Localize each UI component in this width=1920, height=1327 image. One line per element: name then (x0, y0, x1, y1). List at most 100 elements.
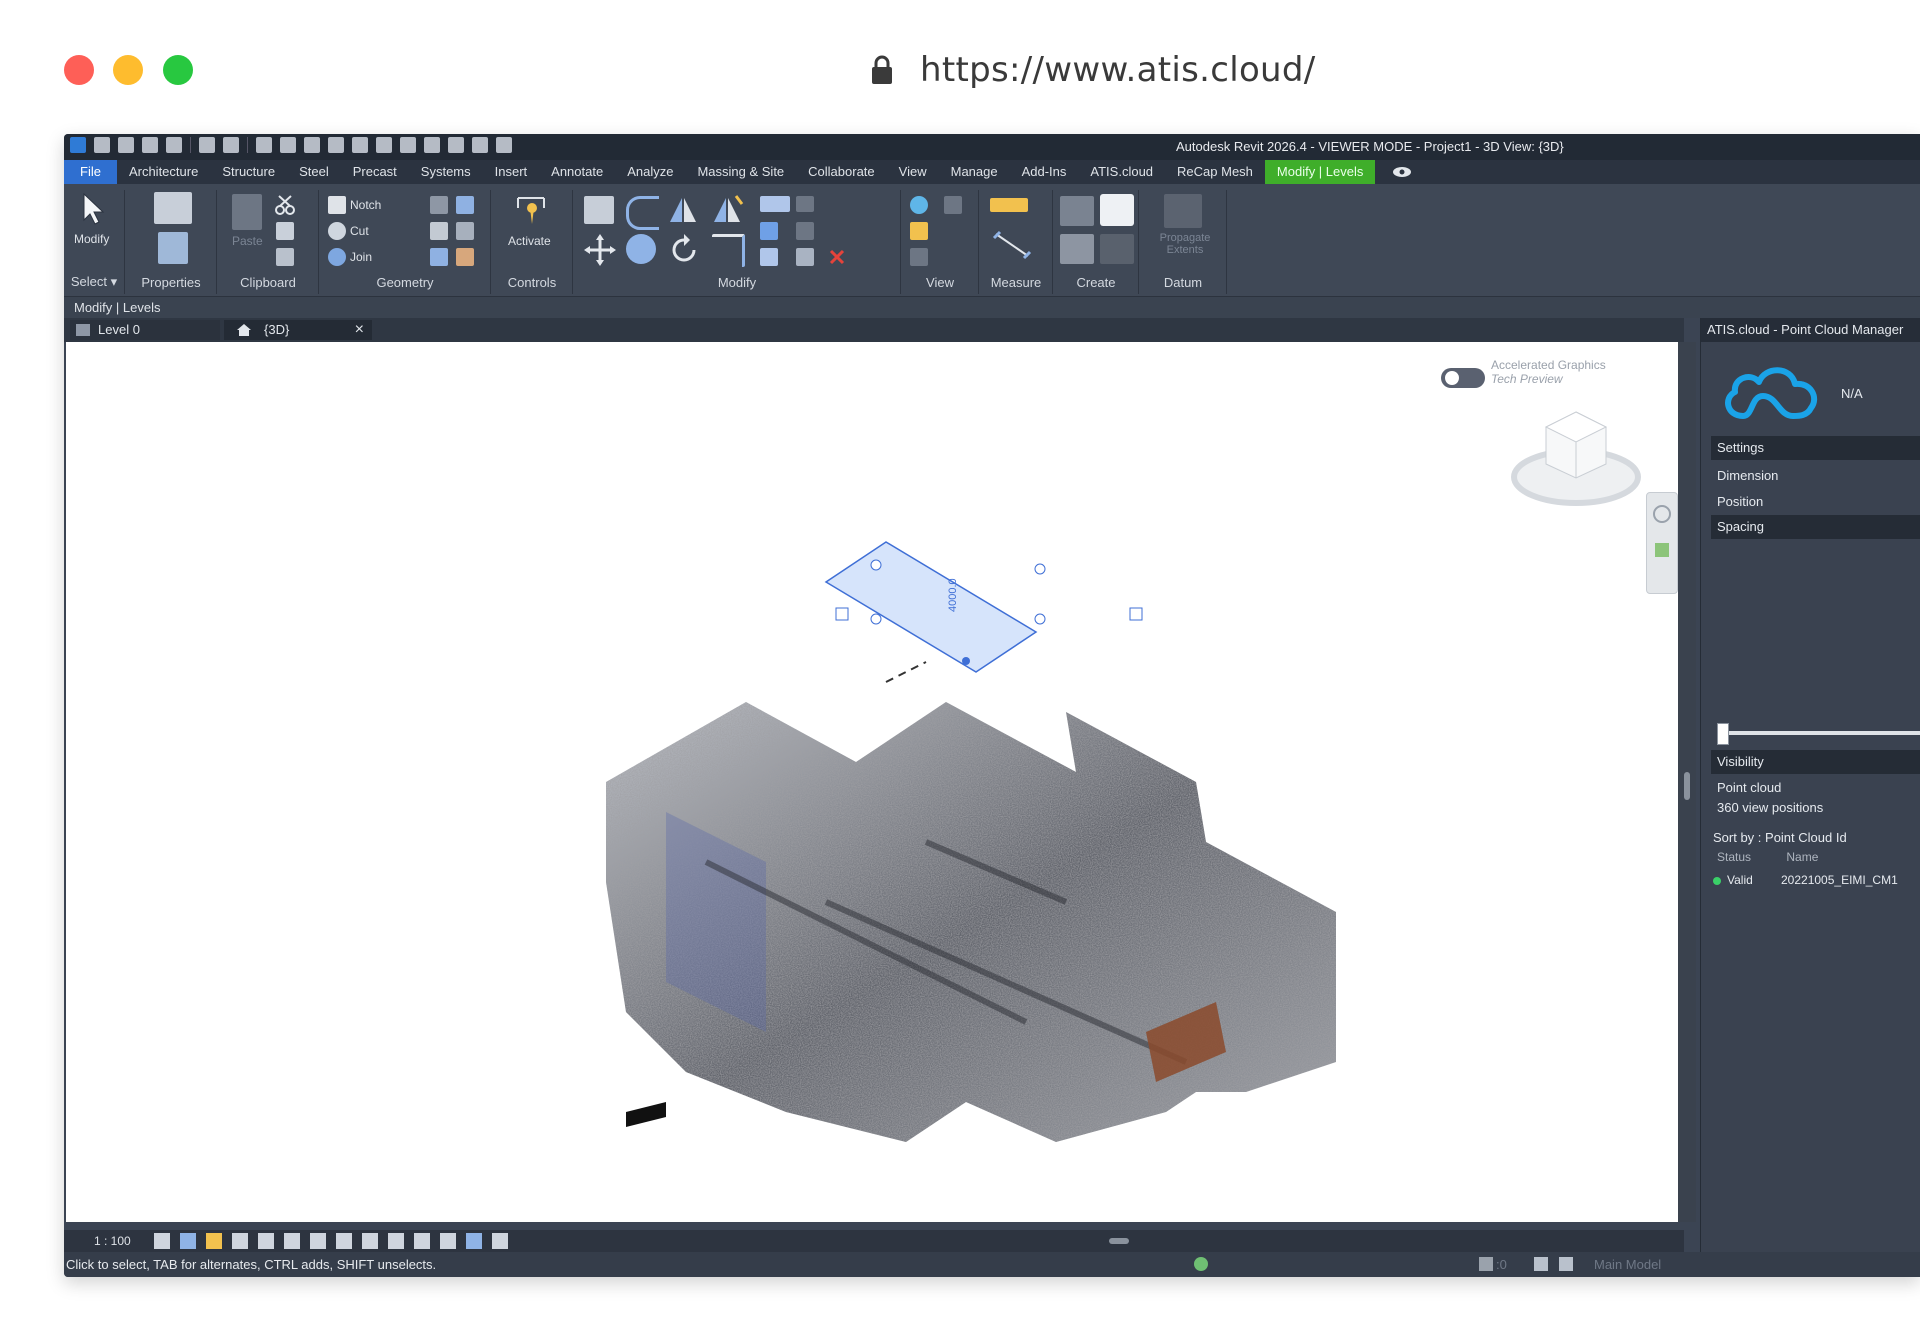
position-row[interactable]: Position (1717, 494, 1763, 509)
horizontal-scrollbar-thumb[interactable] (1109, 1238, 1129, 1244)
tab-massing-site[interactable]: Massing & Site (685, 160, 796, 184)
redo-icon[interactable] (223, 137, 239, 153)
sun-path-icon[interactable] (206, 1233, 222, 1249)
mirror-draw-axis-icon[interactable] (710, 194, 744, 226)
detail-level-icon[interactable] (154, 1233, 170, 1249)
constraints-icon[interactable] (440, 1233, 456, 1249)
undo-icon[interactable] (199, 137, 215, 153)
notch-icon[interactable] (328, 196, 346, 214)
level-plane[interactable]: 4000.0 (824, 541, 1143, 673)
measure-icon[interactable] (304, 137, 320, 153)
unpin-icon[interactable] (796, 248, 814, 266)
properties-icon[interactable] (158, 232, 188, 264)
spacing-slider[interactable] (1717, 723, 1920, 745)
tab-annotate[interactable]: Annotate (539, 160, 615, 184)
tag-icon[interactable] (352, 137, 368, 153)
cut-scissors-icon[interactable] (274, 194, 296, 216)
split-face-icon[interactable] (456, 196, 474, 214)
switch-windows-icon[interactable] (496, 137, 512, 153)
join-icon[interactable] (328, 248, 346, 266)
lock-view-icon[interactable] (336, 1233, 352, 1249)
aligned-dimension-icon[interactable] (992, 230, 1032, 260)
editable-only-icon[interactable] (1559, 1257, 1573, 1271)
propagate-extents-icon[interactable] (1164, 194, 1202, 228)
cut-geometry-icon[interactable] (328, 222, 346, 240)
move-icon[interactable] (584, 234, 616, 266)
split-gap-icon[interactable] (796, 196, 814, 212)
window-close-button[interactable] (64, 55, 94, 85)
create-parts-icon[interactable] (1100, 194, 1134, 226)
beam-joins-icon[interactable] (430, 222, 448, 240)
copy-element-icon[interactable] (626, 234, 656, 264)
dimension-row[interactable]: Dimension (1717, 468, 1778, 483)
offset-icon[interactable] (626, 196, 659, 230)
filter-icon[interactable] (1479, 1257, 1493, 1271)
close-icon[interactable]: × (355, 320, 364, 340)
worksets-icon[interactable] (1194, 1257, 1208, 1271)
export-icon[interactable] (280, 137, 296, 153)
delete-icon[interactable] (828, 248, 846, 266)
window-minimize-button[interactable] (113, 55, 143, 85)
align-icon[interactable] (584, 196, 614, 224)
create-group-icon[interactable] (1060, 234, 1094, 264)
address-bar[interactable]: https://www.atis.cloud/ (870, 48, 1316, 92)
tab-file[interactable]: File (64, 160, 117, 184)
activate-icon[interactable] (514, 194, 550, 228)
hide-in-view-icon[interactable] (910, 196, 928, 214)
save-icon[interactable] (142, 137, 158, 153)
window-maximize-button[interactable] (163, 55, 193, 85)
scale-icon[interactable] (796, 222, 814, 240)
pin-icon[interactable] (760, 248, 778, 266)
trim-extend-corner-icon[interactable] (712, 234, 745, 267)
column-name[interactable]: Name (1786, 850, 1818, 864)
ribbon-display-toggle[interactable] (1387, 160, 1417, 184)
active-model[interactable]: Main Model (1594, 1252, 1661, 1277)
sort-by-label[interactable]: Sort by : Point Cloud Id (1713, 830, 1847, 845)
spacing-header[interactable]: Spacing (1711, 515, 1920, 539)
paste-icon[interactable] (232, 194, 262, 230)
wall-profile-icon[interactable] (456, 248, 474, 266)
wall-joins-icon[interactable] (430, 196, 448, 214)
split-element-icon[interactable] (760, 196, 790, 212)
tab-recap-mesh[interactable]: ReCap Mesh (1165, 160, 1265, 184)
visibility-header[interactable]: Visibility (1711, 750, 1920, 774)
settings-header[interactable]: Settings (1711, 436, 1920, 460)
copy-icon[interactable] (276, 222, 294, 240)
rotate-icon[interactable] (668, 234, 700, 266)
spacing-slider-knob[interactable] (1717, 723, 1729, 745)
point-cloud-model[interactable]: 4000.0 (66, 342, 1678, 1222)
open-icon[interactable] (118, 137, 134, 153)
section-icon[interactable] (424, 137, 440, 153)
tab-view[interactable]: View (887, 160, 939, 184)
create-similar-icon[interactable] (1100, 234, 1134, 264)
point-cloud-row[interactable]: Point cloud (1717, 780, 1781, 795)
column-status[interactable]: Status (1717, 850, 1751, 864)
reveal-hidden-icon[interactable] (388, 1233, 404, 1249)
rendering-icon[interactable] (258, 1233, 274, 1249)
tab-add-ins[interactable]: Add-Ins (1010, 160, 1079, 184)
selection-box-icon[interactable] (910, 248, 928, 266)
demolish-icon[interactable] (430, 248, 448, 266)
tab-analyze[interactable]: Analyze (615, 160, 685, 184)
tab-structure[interactable]: Structure (210, 160, 287, 184)
print-icon[interactable] (256, 137, 272, 153)
show-crop-icon[interactable] (310, 1233, 326, 1249)
cursor-icon[interactable] (80, 192, 108, 226)
revit-app-icon[interactable] (70, 137, 86, 153)
3d-viewport[interactable]: Accelerated Graphics Tech Preview 4000.0 (66, 342, 1678, 1222)
tab-manage[interactable]: Manage (939, 160, 1010, 184)
shadows-icon[interactable] (232, 1233, 248, 1249)
sync-icon[interactable] (166, 137, 182, 153)
type-properties-icon[interactable] (154, 192, 192, 224)
view-positions-row[interactable]: 360 view positions (1717, 800, 1823, 815)
tab-collaborate[interactable]: Collaborate (796, 160, 887, 184)
tab-modify-levels[interactable]: Modify | Levels (1264, 160, 1376, 184)
highlight-icon[interactable] (492, 1233, 508, 1249)
tab-architecture[interactable]: Architecture (117, 160, 210, 184)
analytical-model-icon[interactable] (466, 1233, 482, 1249)
visual-style-icon[interactable] (180, 1233, 196, 1249)
worksharing-icon[interactable] (414, 1233, 430, 1249)
close-hidden-icon[interactable] (472, 137, 488, 153)
override-graphics-icon[interactable] (944, 196, 962, 214)
dimension-icon[interactable] (328, 137, 344, 153)
